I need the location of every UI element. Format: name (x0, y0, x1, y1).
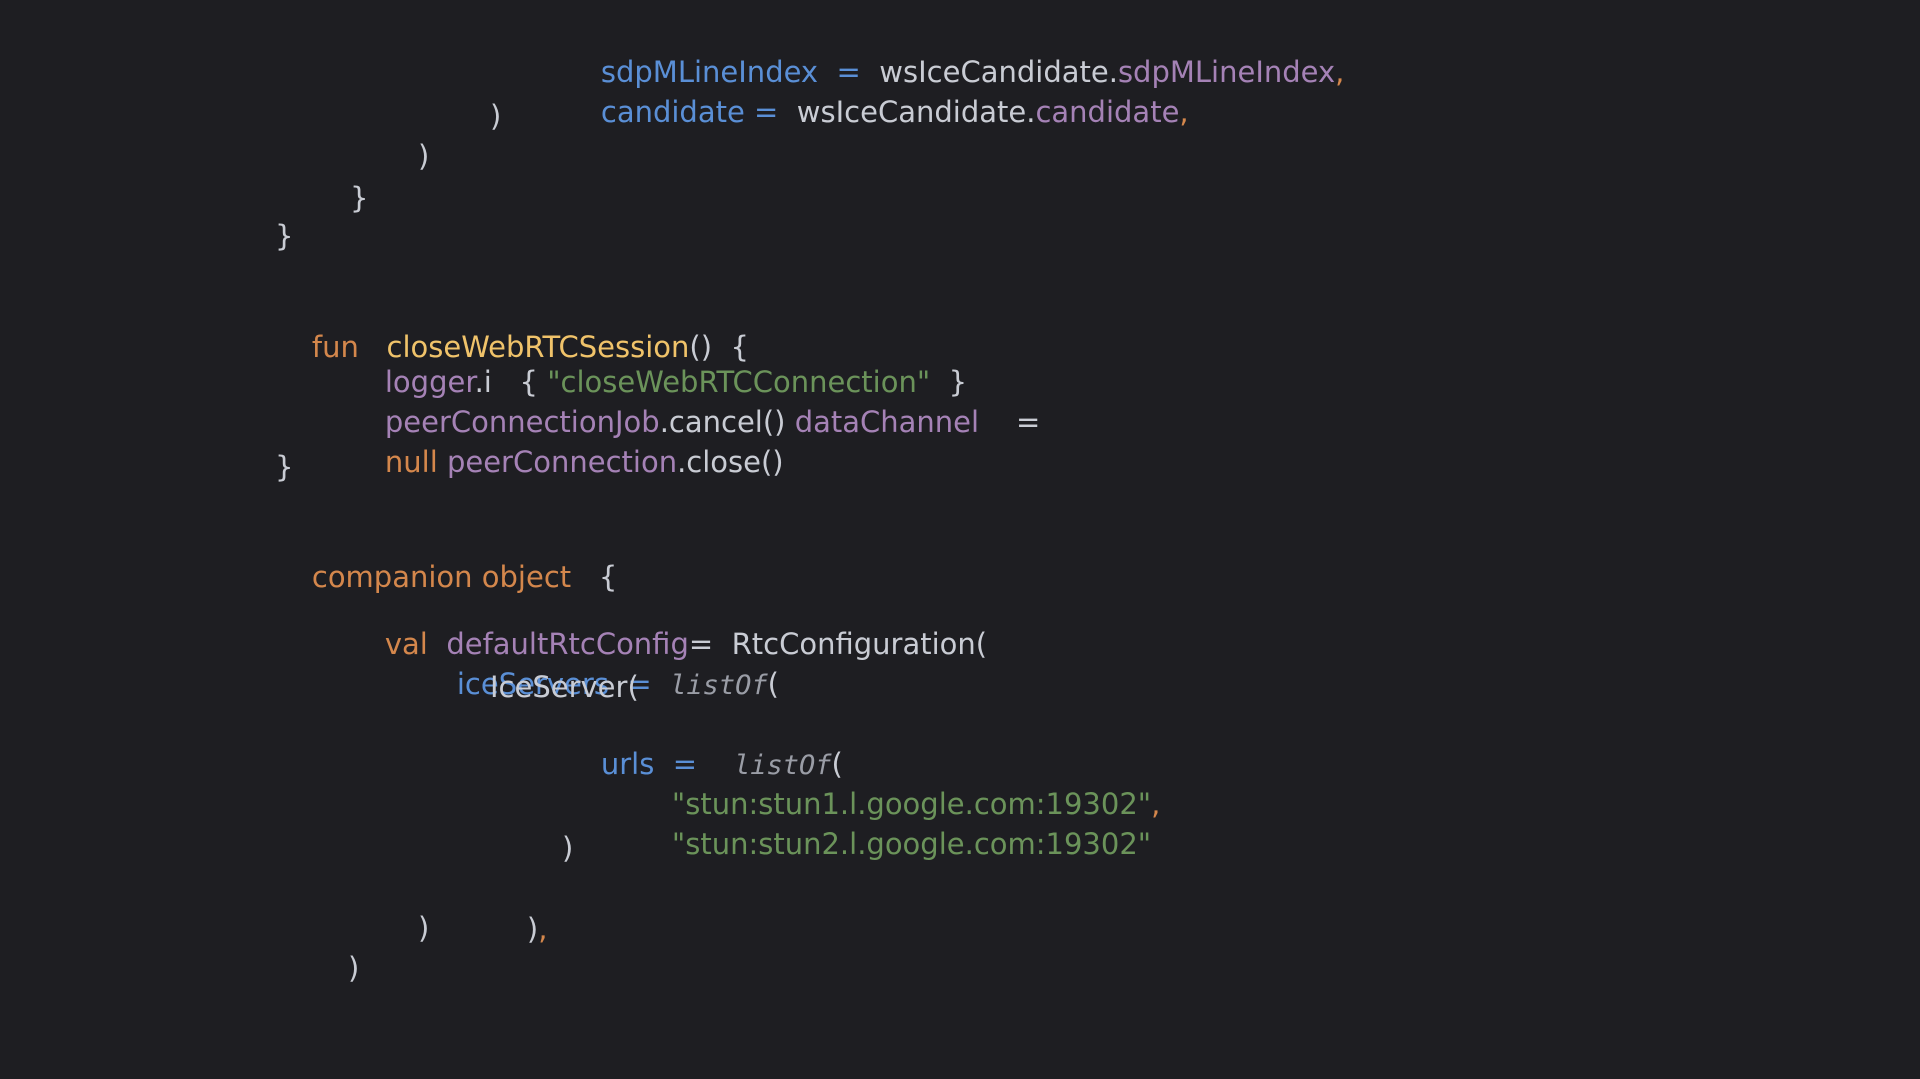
code-line: "stun:stun1.l.google.com:19302", (635, 744, 1160, 821)
code-line: fun closeWebRTCSession() { (275, 287, 749, 364)
property-ref: dataChannel (794, 405, 980, 439)
close-paren: ) (526, 912, 539, 946)
code-line: null peerConnection.close() (348, 402, 784, 479)
param-name: candidate (600, 95, 745, 129)
property-ref: candidate (1035, 95, 1180, 129)
code-line: ) (490, 99, 502, 133)
comma: , (1335, 55, 1345, 89)
code-line: } (350, 181, 369, 215)
object-ref: peerConnection (446, 445, 678, 479)
comma: , (538, 912, 548, 946)
code-line: } (275, 219, 294, 253)
function-call: listOf (670, 670, 768, 701)
code-line: companion object { (275, 517, 617, 594)
code-editor[interactable]: sdpMLineIndex = wsIceCandidate.sdpMLineI… (0, 0, 1920, 1079)
code-line: ) (348, 951, 360, 985)
code-line: ), (490, 869, 548, 946)
open-paren: ( (767, 667, 779, 701)
code-line: ) (418, 139, 430, 173)
code-line: iceServers = listOf( (420, 624, 779, 701)
assign-op: = (754, 95, 779, 129)
string-literal: "stun:stun2.l.google.com:19302" (671, 827, 1152, 861)
code-line: "stun:stun2.l.google.com:19302" (635, 784, 1151, 861)
code-line: urls = listOf( (564, 704, 843, 781)
code-line: ) (562, 831, 574, 865)
code-line: ) (418, 911, 430, 945)
comma: , (1151, 787, 1161, 821)
code-line: sdpMLineIndex = wsIceCandidate.sdpMLineI… (564, 12, 1345, 89)
comma: , (1179, 95, 1189, 129)
code-line: peerConnectionJob.cancel() dataChannel = (348, 362, 1040, 439)
code-line: logger.i { "closeWebRTCConnection" } (348, 322, 967, 399)
method-call: .close() (677, 445, 784, 479)
assign-op: = (1015, 405, 1041, 439)
code-line: } (275, 450, 294, 484)
code-line: candidate = wsIceCandidate.candidate, (564, 52, 1189, 129)
object-ref: wsIceCandidate. (796, 95, 1036, 129)
code-line: IceServer( (490, 670, 639, 704)
keyword: null (384, 445, 438, 479)
code-line: val defaultRtcConfig= RtcConfiguration( (348, 584, 987, 661)
